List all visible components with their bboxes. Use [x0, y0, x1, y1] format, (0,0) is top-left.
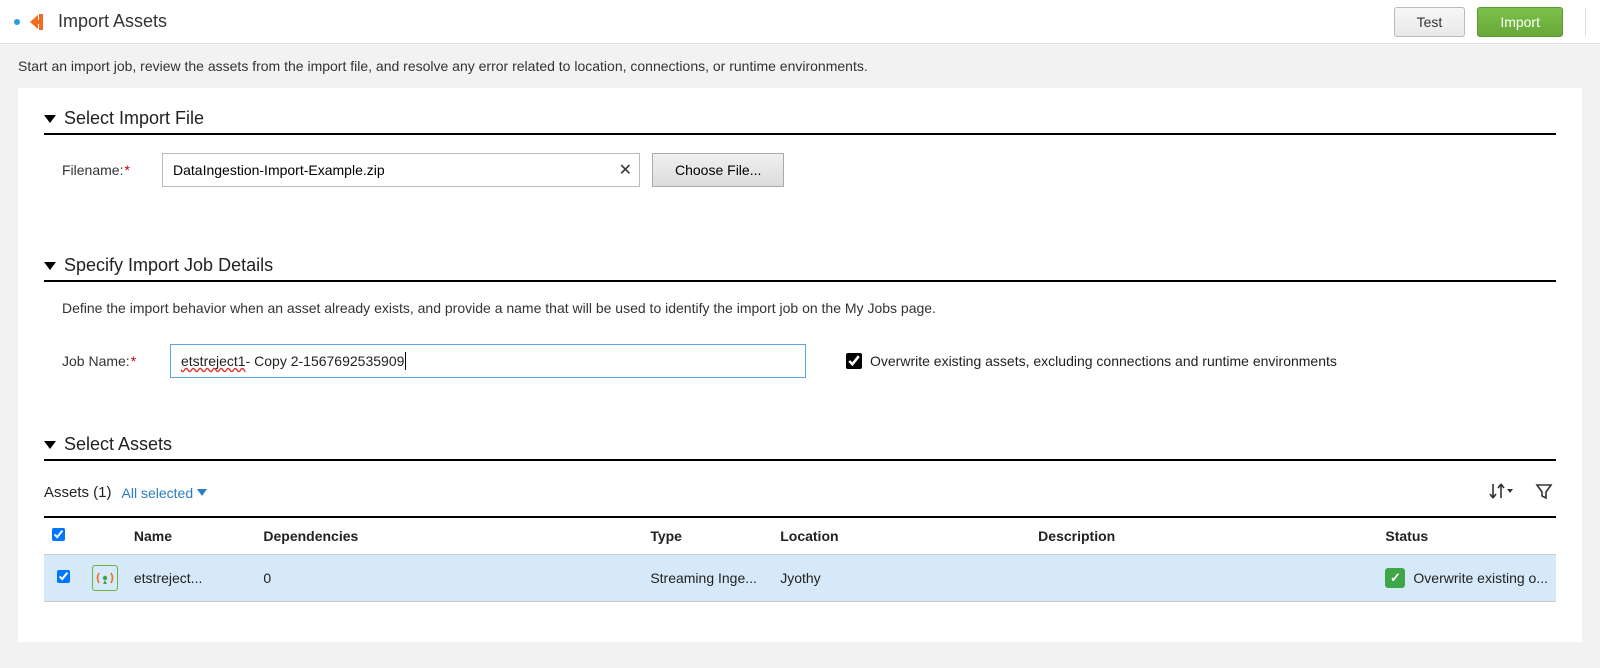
status-ok-icon: ✓: [1385, 568, 1405, 588]
table-header-row: Name Dependencies Type Location Descript…: [44, 517, 1556, 555]
section-title-label: Select Assets: [64, 434, 172, 455]
job-name-input[interactable]: etstreject1 - Copy 2-1567692535909: [170, 344, 806, 378]
main-panel: Select Import File Filename: ✕ Choose Fi…: [18, 88, 1582, 642]
col-status[interactable]: Status: [1377, 517, 1556, 555]
page-title: Import Assets: [58, 11, 167, 32]
filename-input[interactable]: [162, 153, 640, 187]
chevron-down-icon: [44, 441, 56, 449]
all-selected-dropdown[interactable]: All selected: [122, 485, 208, 501]
filter-icon[interactable]: [1532, 479, 1556, 506]
section-job-details[interactable]: Specify Import Job Details: [44, 255, 1556, 282]
row-checkbox[interactable]: [57, 570, 70, 583]
clear-filename-icon[interactable]: ✕: [619, 160, 632, 180]
filename-label: Filename:: [62, 162, 162, 178]
import-button[interactable]: Import: [1477, 7, 1563, 37]
cell-dependencies: 0: [255, 555, 642, 602]
col-name[interactable]: Name: [126, 517, 256, 555]
top-bar: Import Assets Test Import: [0, 0, 1600, 44]
select-all-checkbox[interactable]: [52, 528, 65, 541]
cell-location: Jyothy: [772, 555, 1030, 602]
choose-file-button[interactable]: Choose File...: [652, 153, 784, 187]
assets-count: Assets (1): [44, 484, 112, 501]
section-select-assets[interactable]: Select Assets: [44, 434, 1556, 461]
table-row[interactable]: etstreject... 0 Streaming Inge... Jyothy…: [44, 555, 1556, 602]
back-icon[interactable]: [28, 12, 48, 32]
chevron-down-icon: [44, 262, 56, 270]
job-name-label: Job Name:: [62, 353, 170, 369]
sort-icon[interactable]: [1486, 479, 1516, 506]
streaming-asset-icon: [92, 565, 118, 591]
col-location[interactable]: Location: [772, 517, 1030, 555]
section-title-label: Specify Import Job Details: [64, 255, 273, 276]
page-description: Start an import job, review the assets f…: [0, 44, 1600, 88]
job-details-description: Define the import behavior when an asset…: [44, 300, 1556, 316]
col-description[interactable]: Description: [1030, 517, 1377, 555]
cell-name: etstreject...: [126, 555, 256, 602]
cell-type: Streaming Inge...: [642, 555, 772, 602]
test-button[interactable]: Test: [1394, 7, 1466, 37]
col-dependencies[interactable]: Dependencies: [255, 517, 642, 555]
section-title-label: Select Import File: [64, 108, 204, 129]
cell-status: ✓ Overwrite existing o...: [1377, 555, 1556, 602]
chevron-down-icon: [197, 489, 207, 496]
overwrite-checkbox[interactable]: [846, 353, 862, 369]
overwrite-label: Overwrite existing assets, excluding con…: [870, 353, 1337, 369]
col-type[interactable]: Type: [642, 517, 772, 555]
section-select-import-file[interactable]: Select Import File: [44, 108, 1556, 135]
cell-description: [1030, 555, 1377, 602]
unsaved-dot-icon: [14, 19, 20, 25]
chevron-down-icon: [44, 115, 56, 123]
assets-table: Name Dependencies Type Location Descript…: [44, 516, 1556, 602]
divider: [1585, 8, 1586, 36]
